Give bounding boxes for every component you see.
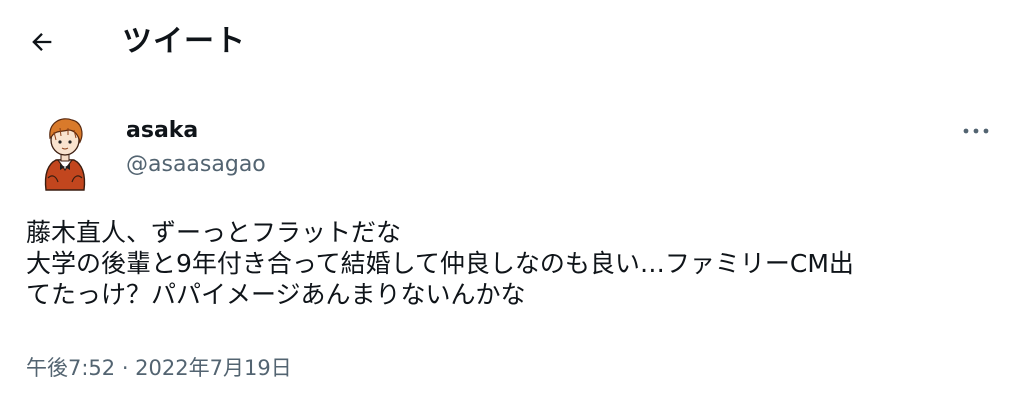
tweet-text-line: てたっけ？パパイメージあんまりないんかな — [26, 280, 526, 309]
arrow-left-icon — [32, 33, 52, 51]
tweet-text: 藤木直人、ずーっとフラットだな 大学の後輩と9年付き合って結婚して仲良しなのも良… — [26, 217, 1001, 310]
author-display-name[interactable]: asaka — [126, 116, 198, 146]
avatar[interactable] — [32, 112, 98, 192]
back-button[interactable] — [22, 22, 62, 62]
avatar-illustration — [44, 118, 86, 191]
top-bar: ツイート — [0, 0, 1024, 84]
page-title: ツイート — [122, 24, 246, 59]
tweet-timestamp[interactable]: 午後7:52 · 2022年7月19日 — [26, 353, 292, 383]
more-options-button[interactable] — [956, 116, 996, 146]
tweet-text-line: 藤木直人、ずーっとフラットだな — [26, 218, 402, 247]
tweet-text-line: 大学の後輩と9年付き合って結婚して仲良しなのも良い…ファミリーCM出 — [26, 249, 854, 278]
author-handle[interactable]: @asaasagao — [126, 150, 266, 180]
more-horizontal-icon — [963, 128, 989, 134]
